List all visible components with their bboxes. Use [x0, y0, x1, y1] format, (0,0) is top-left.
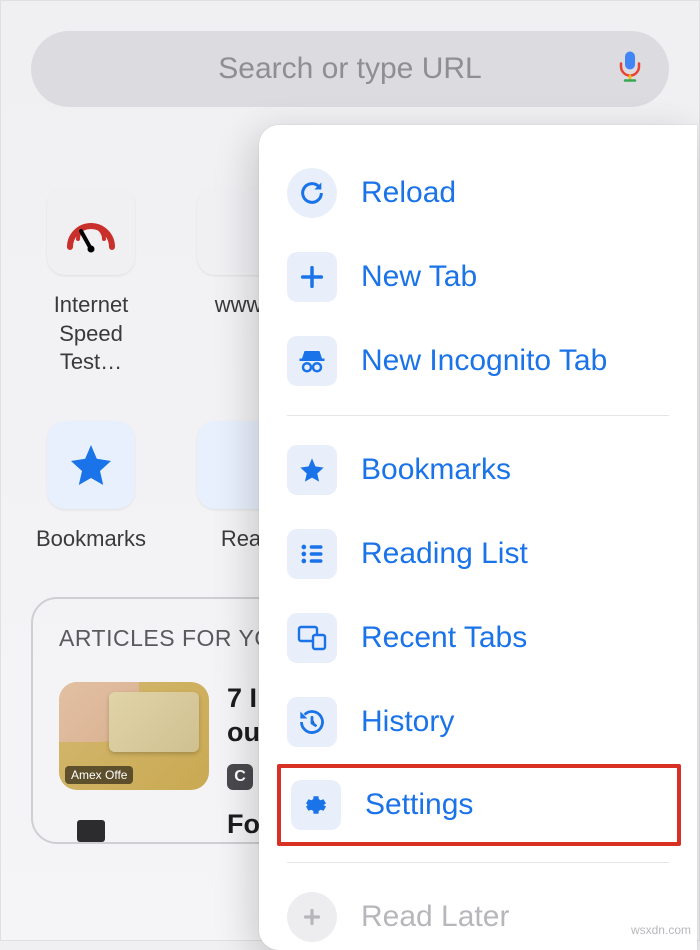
shortcut-bookmarks[interactable]: Bookmarks [31, 421, 151, 554]
shortcut-label: Bookmarks [36, 525, 146, 554]
settings-highlight: Settings [277, 764, 681, 846]
plus-circle-icon [287, 892, 337, 942]
search-placeholder: Search or type URL [218, 52, 481, 86]
menu-label: Reload [361, 176, 456, 210]
menu-item-incognito[interactable]: New Incognito Tab [259, 319, 697, 403]
source-chip: C [227, 764, 253, 790]
shortcut-speedtest[interactable]: Internet Speed Test… [31, 187, 151, 377]
menu-item-history[interactable]: History [259, 680, 697, 764]
menu-label: Recent Tabs [361, 621, 527, 655]
menu-item-reading-list[interactable]: Reading List [259, 512, 697, 596]
menu-item-settings[interactable]: Settings [281, 768, 677, 842]
menu-label: Reading List [361, 537, 528, 571]
incognito-icon [287, 336, 337, 386]
gauge-icon [47, 187, 135, 275]
menu-label: Settings [365, 788, 473, 822]
menu-item-bookmarks[interactable]: Bookmarks [259, 428, 697, 512]
thumbnail-badge: Amex Offe [65, 766, 133, 784]
menu-item-recent-tabs[interactable]: Recent Tabs [259, 596, 697, 680]
reload-icon [287, 168, 337, 218]
menu-item-new-tab[interactable]: New Tab [259, 235, 697, 319]
history-icon [287, 697, 337, 747]
menu-label: Read Later [361, 900, 509, 934]
menu-item-reload[interactable]: Reload [259, 151, 697, 235]
plus-icon [287, 252, 337, 302]
shortcut-label: Internet Speed Test… [31, 291, 151, 377]
star-icon [47, 421, 135, 509]
microphone-icon[interactable] [617, 50, 643, 89]
menu-label: History [361, 705, 454, 739]
article-thumbnail: Amex Offe [59, 682, 209, 790]
menu-item-read-later: Read Later [259, 875, 697, 950]
menu-label: New Incognito Tab [361, 344, 607, 378]
search-bar[interactable]: Search or type URL [31, 31, 669, 107]
gear-icon [291, 780, 341, 830]
recent-tabs-icon [287, 613, 337, 663]
reading-list-icon [287, 529, 337, 579]
menu-divider [287, 415, 669, 416]
menu-divider [287, 862, 669, 863]
overflow-menu: Reload New Tab New Incognito Tab Bookmar… [259, 125, 697, 950]
menu-label: New Tab [361, 260, 477, 294]
watermark: wsxdn.com [631, 923, 691, 937]
menu-label: Bookmarks [361, 453, 511, 487]
shortcut-label: Rea [221, 525, 261, 554]
star-icon [287, 445, 337, 495]
